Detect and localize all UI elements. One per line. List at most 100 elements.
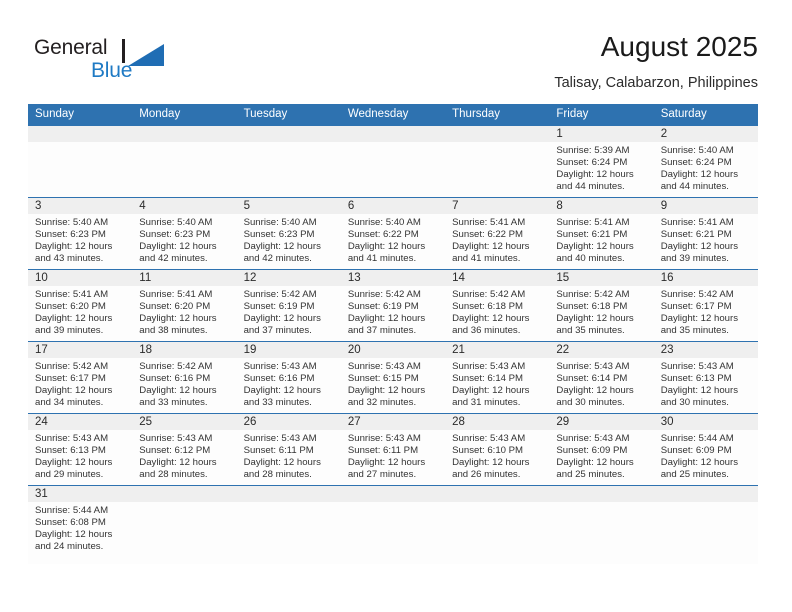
day-number[interactable]: 15 [549,270,653,286]
day-cell[interactable] [132,502,236,564]
day-cell[interactable]: Sunrise: 5:43 AM Sunset: 6:16 PM Dayligh… [237,358,341,413]
day-number[interactable] [237,486,341,502]
sunset-text: Sunset: 6:08 PM [35,517,106,529]
day-number[interactable]: 4 [132,198,236,214]
day-cell[interactable] [341,142,445,197]
day-cell[interactable] [28,142,132,197]
day-number[interactable]: 14 [445,270,549,286]
day-number[interactable] [654,486,758,502]
day-cell[interactable]: Sunrise: 5:41 AM Sunset: 6:22 PM Dayligh… [445,214,549,269]
daylight-text-2: and 43 minutes. [35,253,104,265]
day-number[interactable] [341,486,445,502]
day-cell[interactable]: Sunrise: 5:40 AM Sunset: 6:23 PM Dayligh… [28,214,132,269]
day-cell[interactable]: Sunrise: 5:43 AM Sunset: 6:09 PM Dayligh… [549,430,653,485]
day-cell[interactable]: Sunrise: 5:43 AM Sunset: 6:14 PM Dayligh… [549,358,653,413]
sunrise-text: Sunrise: 5:43 AM [660,361,734,372]
daylight-text-1: Daylight: 12 hours [243,457,321,469]
sunrise-text: Sunrise: 5:41 AM [556,217,630,228]
day-number[interactable] [237,126,341,142]
day-number[interactable]: 30 [654,414,758,430]
day-number[interactable]: 28 [445,414,549,430]
daylight-text-2: and 25 minutes. [556,469,625,481]
sunrise-text: Sunrise: 5:42 AM [243,289,317,300]
day-number[interactable]: 17 [28,342,132,358]
day-cell[interactable]: Sunrise: 5:42 AM Sunset: 6:16 PM Dayligh… [132,358,236,413]
day-cell[interactable]: Sunrise: 5:40 AM Sunset: 6:23 PM Dayligh… [237,214,341,269]
day-cell[interactable]: Sunrise: 5:42 AM Sunset: 6:18 PM Dayligh… [549,286,653,341]
day-cell[interactable]: Sunrise: 5:41 AM Sunset: 6:21 PM Dayligh… [654,214,758,269]
day-cell[interactable]: Sunrise: 5:44 AM Sunset: 6:08 PM Dayligh… [28,502,132,564]
day-cell[interactable]: Sunrise: 5:43 AM Sunset: 6:10 PM Dayligh… [445,430,549,485]
day-cell[interactable]: Sunrise: 5:41 AM Sunset: 6:20 PM Dayligh… [28,286,132,341]
day-number[interactable]: 13 [341,270,445,286]
sunrise-text: Sunrise: 5:40 AM [35,217,109,228]
sunrise-text: Sunrise: 5:43 AM [452,433,526,444]
daylight-text-1: Daylight: 12 hours [347,313,426,325]
day-number[interactable]: 25 [132,414,236,430]
day-number[interactable]: 20 [341,342,445,358]
day-number[interactable]: 3 [28,198,132,214]
sunset-text: Sunset: 6:15 PM [347,373,419,385]
day-cell[interactable]: Sunrise: 5:43 AM Sunset: 6:11 PM Dayligh… [341,430,445,485]
day-number[interactable]: 8 [549,198,653,214]
day-cell[interactable] [445,502,549,564]
day-cell[interactable] [549,502,653,564]
day-number[interactable]: 16 [654,270,758,286]
day-cell[interactable] [237,142,341,197]
day-number[interactable] [132,126,236,142]
day-cell[interactable]: Sunrise: 5:43 AM Sunset: 6:11 PM Dayligh… [237,430,341,485]
day-number[interactable] [28,126,132,142]
day-number[interactable] [445,126,549,142]
day-number[interactable]: 21 [445,342,549,358]
day-number[interactable]: 6 [341,198,445,214]
sunset-text: Sunset: 6:24 PM [660,157,732,169]
day-cell[interactable] [445,142,549,197]
day-cell[interactable]: Sunrise: 5:43 AM Sunset: 6:15 PM Dayligh… [341,358,445,413]
day-cell[interactable]: Sunrise: 5:43 AM Sunset: 6:13 PM Dayligh… [654,358,758,413]
day-number[interactable]: 18 [132,342,236,358]
daylight-text-2: and 30 minutes. [556,397,625,409]
day-number[interactable]: 26 [237,414,341,430]
day-cell[interactable]: Sunrise: 5:43 AM Sunset: 6:13 PM Dayligh… [28,430,132,485]
day-cell[interactable]: Sunrise: 5:44 AM Sunset: 6:09 PM Dayligh… [654,430,758,485]
day-number[interactable]: 27 [341,414,445,430]
day-number[interactable]: 19 [237,342,341,358]
day-cell[interactable]: Sunrise: 5:41 AM Sunset: 6:21 PM Dayligh… [549,214,653,269]
daylight-text-1: Daylight: 12 hours [452,385,530,397]
day-cell[interactable]: Sunrise: 5:42 AM Sunset: 6:17 PM Dayligh… [654,286,758,341]
day-number[interactable] [445,486,549,502]
day-number[interactable] [341,126,445,142]
day-number[interactable]: 5 [237,198,341,214]
day-cell[interactable] [654,502,758,564]
day-number[interactable]: 24 [28,414,132,430]
day-cell[interactable] [237,502,341,564]
day-number[interactable]: 12 [237,270,341,286]
day-number[interactable]: 31 [28,486,132,502]
day-cell[interactable] [341,502,445,564]
day-cell[interactable] [132,142,236,197]
day-cell[interactable]: Sunrise: 5:41 AM Sunset: 6:20 PM Dayligh… [132,286,236,341]
day-cell[interactable]: Sunrise: 5:42 AM Sunset: 6:19 PM Dayligh… [341,286,445,341]
day-cell[interactable]: Sunrise: 5:40 AM Sunset: 6:24 PM Dayligh… [654,142,758,197]
day-number[interactable] [549,486,653,502]
day-cell[interactable]: Sunrise: 5:39 AM Sunset: 6:24 PM Dayligh… [549,142,653,197]
day-cell[interactable]: Sunrise: 5:43 AM Sunset: 6:14 PM Dayligh… [445,358,549,413]
day-number[interactable]: 1 [549,126,653,142]
day-cell[interactable]: Sunrise: 5:40 AM Sunset: 6:22 PM Dayligh… [341,214,445,269]
day-cell[interactable]: Sunrise: 5:43 AM Sunset: 6:12 PM Dayligh… [132,430,236,485]
day-number[interactable]: 7 [445,198,549,214]
day-number[interactable] [132,486,236,502]
day-cell[interactable]: Sunrise: 5:40 AM Sunset: 6:23 PM Dayligh… [132,214,236,269]
day-number[interactable]: 22 [549,342,653,358]
day-number[interactable]: 11 [132,270,236,286]
general-blue-logo[interactable]: General Blue [34,36,164,88]
daylight-text-1: Daylight: 12 hours [243,385,321,397]
day-number[interactable]: 23 [654,342,758,358]
day-number[interactable]: 2 [654,126,758,142]
day-cell[interactable]: Sunrise: 5:42 AM Sunset: 6:18 PM Dayligh… [445,286,549,341]
day-cell[interactable]: Sunrise: 5:42 AM Sunset: 6:19 PM Dayligh… [237,286,341,341]
day-cell[interactable]: Sunrise: 5:42 AM Sunset: 6:17 PM Dayligh… [28,358,132,413]
day-number[interactable]: 29 [549,414,653,430]
day-number[interactable]: 10 [28,270,132,286]
day-number[interactable]: 9 [654,198,758,214]
